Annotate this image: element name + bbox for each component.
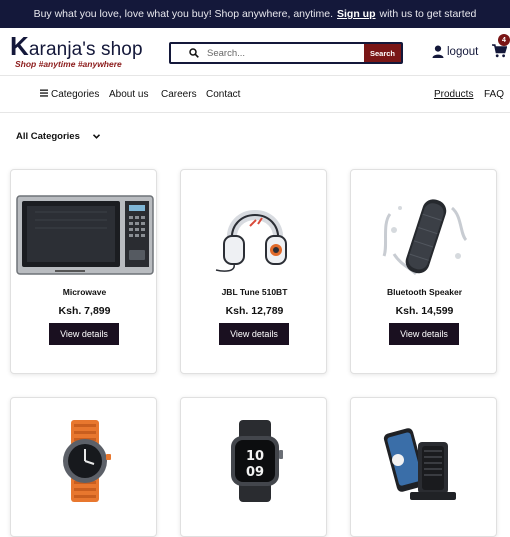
view-details-button[interactable]: View details xyxy=(49,323,119,345)
announcement-text: Buy what you love, love what you buy! Sh… xyxy=(33,8,334,20)
product-name: JBL Tune 510BT xyxy=(221,287,288,297)
nav-contact[interactable]: Contact xyxy=(206,89,240,100)
logo-initial: K xyxy=(10,31,29,61)
product-card[interactable]: Microwave Ksh. 7,899 View details xyxy=(10,169,157,374)
category-select[interactable]: All Categories xyxy=(16,131,100,142)
nav-categories[interactable]: Categories xyxy=(40,89,99,100)
logo[interactable]: Karanja's shop Shop #anytime #anywhere xyxy=(10,31,143,69)
announcement-text-end: with us to get started xyxy=(379,8,477,20)
menu-icon xyxy=(40,89,48,97)
user-icon xyxy=(432,45,444,58)
smartwatch-black-image: 10 09 xyxy=(181,420,328,502)
product-card[interactable] xyxy=(10,397,157,537)
logo-name: aranja's shop xyxy=(28,39,143,60)
product-price: Ksh. 12,789 xyxy=(225,305,284,317)
product-price: Ksh. 14,599 xyxy=(395,305,454,317)
search-input[interactable] xyxy=(207,44,357,62)
signup-link[interactable]: Sign up xyxy=(337,8,376,20)
speaker-image xyxy=(351,190,498,282)
product-card[interactable]: 10 09 xyxy=(180,397,327,537)
search-button[interactable]: Search xyxy=(364,44,401,62)
product-name: Bluetooth Speaker xyxy=(386,287,463,297)
logout-button[interactable]: logout xyxy=(432,45,478,58)
search-icon xyxy=(183,44,205,62)
product-card[interactable] xyxy=(350,397,497,537)
view-details-button[interactable]: View details xyxy=(219,323,289,345)
logout-label: logout xyxy=(447,45,479,58)
cart-button[interactable] xyxy=(492,44,508,63)
smartwatch-orange-image xyxy=(11,420,158,502)
main-nav: Categories About us Careers Contact Prod… xyxy=(0,76,510,113)
product-card[interactable]: JBL Tune 510BT Ksh. 12,789 View details xyxy=(180,169,327,374)
product-card[interactable]: Bluetooth Speaker Ksh. 14,599 View detai… xyxy=(350,169,497,374)
product-price: Ksh. 7,899 xyxy=(58,305,111,317)
category-select-value: All Categories xyxy=(16,131,80,142)
cart-count-badge: 4 xyxy=(498,34,510,46)
nav-careers[interactable]: Careers xyxy=(161,89,197,100)
site-header: Karanja's shop Shop #anytime #anywhere S… xyxy=(0,28,510,76)
nav-products[interactable]: Products xyxy=(434,89,473,100)
announcement-bar: Buy what you love, love what you buy! Sh… xyxy=(0,0,510,28)
svg-text:09: 09 xyxy=(245,465,263,480)
nav-about[interactable]: About us xyxy=(109,89,148,100)
view-details-button[interactable]: View details xyxy=(389,323,459,345)
headphones-image xyxy=(181,190,328,282)
chevron-down-icon xyxy=(92,134,100,139)
product-name: Microwave xyxy=(62,287,107,297)
logo-tagline: Shop #anytime #anywhere xyxy=(15,59,122,69)
microwave-image xyxy=(11,190,158,282)
cart-icon xyxy=(492,44,508,58)
wireless-charger-image xyxy=(351,420,498,502)
nav-faq[interactable]: FAQ xyxy=(484,89,504,100)
svg-text:10: 10 xyxy=(245,449,263,464)
nav-categories-label: Categories xyxy=(51,89,100,100)
search-bar: Search xyxy=(169,42,403,64)
